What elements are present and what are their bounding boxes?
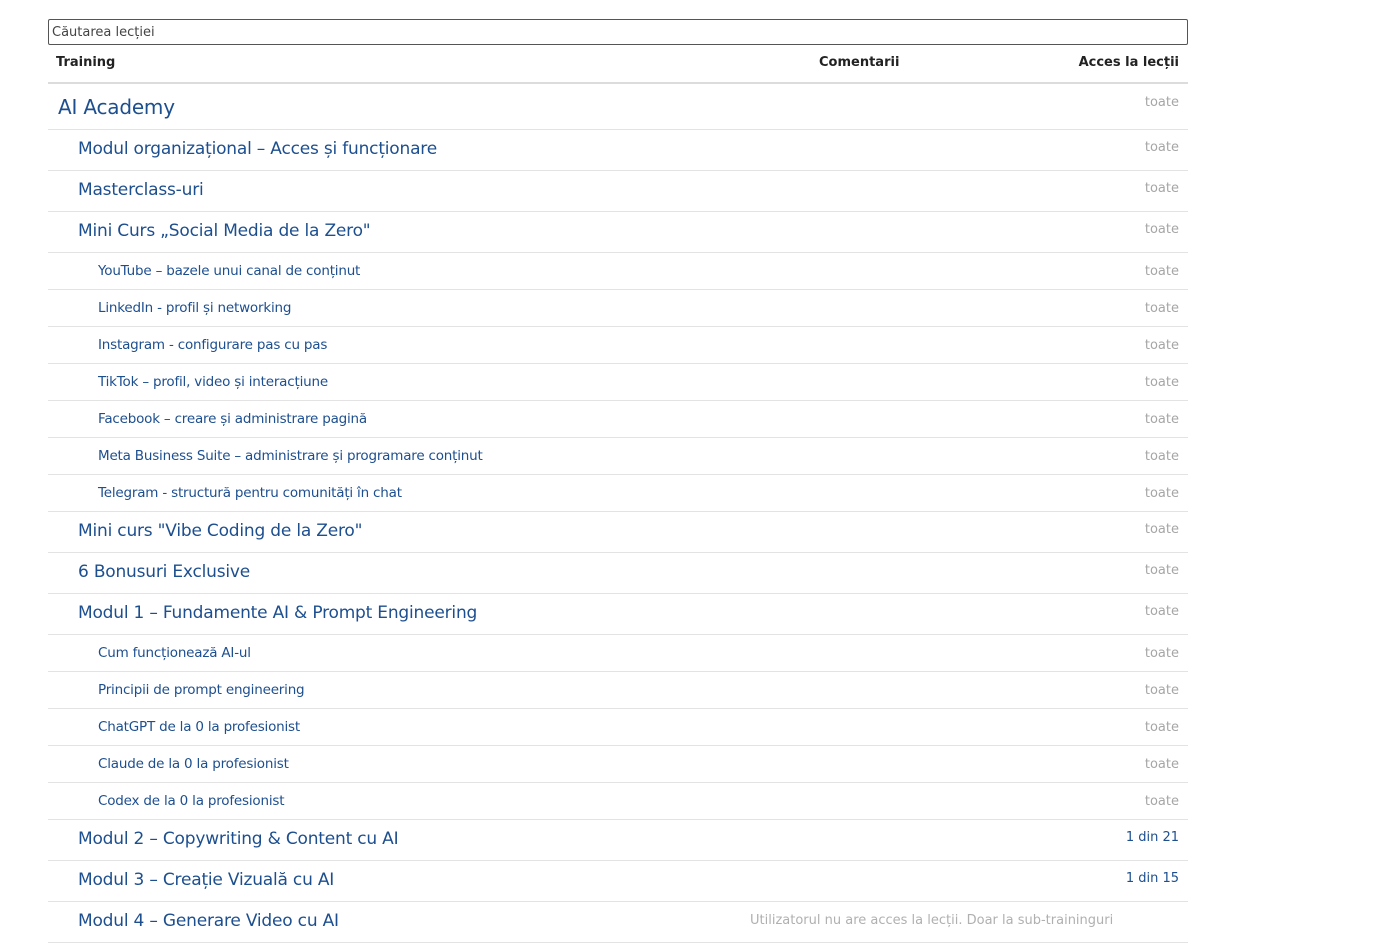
access-value: toate [1144,522,1179,537]
access-count-link[interactable]: 1 din 15 [1126,871,1179,886]
training-row: Modul organizațional – Acces și funcțion… [48,130,1188,171]
access-value: toate [1144,757,1179,772]
access-value: toate [1144,683,1179,698]
access-value: toate [1144,181,1179,196]
training-row: Mini Curs „Social Media de la Zero" toat… [48,212,1188,253]
training-row: Modul 3 – Creație Vizuală cu AI 1 din 15 [48,861,1188,902]
training-link[interactable]: Masterclass-uri [78,180,204,200]
table-header: Training Comentarii Acces la lecții [48,45,1188,84]
sub-training-row: Codex de la 0 la profesionist toate [48,783,1188,820]
sub-training-link[interactable]: Principii de prompt engineering [98,682,305,698]
sub-training-link[interactable]: YouTube – bazele unui canal de conținut [98,263,360,279]
sub-training-row: TikTok – profil, video și interacțiune t… [48,364,1188,401]
access-value: toate [1144,563,1179,578]
access-value: toate [1144,338,1179,353]
training-row: Modul 2 – Copywriting & Content cu AI 1 … [48,820,1188,861]
sub-training-row: Instagram - configurare pas cu pas toate [48,327,1188,364]
training-link[interactable]: Modul 4 – Generare Video cu AI [78,911,339,931]
access-value: toate [1144,140,1179,155]
access-value: toate [1144,486,1179,501]
sub-training-row: Telegram - structură pentru comunități î… [48,475,1188,512]
sub-training-row: Facebook – creare și administrare pagină… [48,401,1188,438]
sub-training-link[interactable]: Claude de la 0 la profesionist [98,756,289,772]
sub-training-row: Principii de prompt engineering toate [48,672,1188,709]
training-link[interactable]: Modul 2 – Copywriting & Content cu AI [78,829,399,849]
sub-training-link[interactable]: ChatGPT de la 0 la profesionist [98,719,300,735]
access-value: toate [1144,449,1179,464]
column-header-training: Training [56,55,116,70]
training-link[interactable]: Modul 1 – Fundamente AI & Prompt Enginee… [78,603,477,623]
access-value: toate [1144,794,1179,809]
sub-training-row: Claude de la 0 la profesionist toate [48,746,1188,783]
access-value: toate [1144,264,1179,279]
training-access-panel: Training Comentarii Acces la lecții AI A… [48,19,1188,943]
training-link[interactable]: Mini Curs „Social Media de la Zero" [78,221,371,241]
access-value: toate [1144,301,1179,316]
training-link[interactable]: Modul 3 – Creație Vizuală cu AI [78,870,334,890]
no-access-note: Utilizatorul nu are acces la lecții. Doa… [750,913,1114,928]
training-row: Modul 4 – Generare Video cu AI Utilizato… [48,902,1188,943]
sub-training-link[interactable]: Facebook – creare și administrare pagină [98,411,367,427]
sub-training-row: Meta Business Suite – administrare și pr… [48,438,1188,475]
access-value: toate [1144,604,1179,619]
training-row: 6 Bonusuri Exclusive toate [48,553,1188,594]
training-link[interactable]: Modul organizațional – Acces și funcțion… [78,139,437,159]
access-value: toate [1144,95,1179,110]
search-lesson-input[interactable] [48,19,1188,45]
access-value: toate [1144,412,1179,427]
sub-training-link[interactable]: Instagram - configurare pas cu pas [98,337,327,353]
access-value: toate [1144,646,1179,661]
training-row: Masterclass-uri toate [48,171,1188,212]
training-row-ai-academy: AI Academy toate [48,84,1188,130]
column-header-access: Acces la lecții [1078,55,1179,70]
training-row: Modul 1 – Fundamente AI & Prompt Enginee… [48,594,1188,635]
training-link[interactable]: AI Academy [58,95,175,119]
sub-training-link[interactable]: Meta Business Suite – administrare și pr… [98,448,483,464]
sub-training-link[interactable]: LinkedIn - profil și networking [98,300,291,316]
sub-training-row: Cum funcționează AI-ul toate [48,635,1188,672]
sub-training-link[interactable]: TikTok – profil, video și interacțiune [98,374,328,390]
sub-training-link[interactable]: Codex de la 0 la profesionist [98,793,285,809]
sub-training-row: LinkedIn - profil și networking toate [48,290,1188,327]
training-row: Mini curs "Vibe Coding de la Zero" toate [48,512,1188,553]
sub-training-row: ChatGPT de la 0 la profesionist toate [48,709,1188,746]
sub-training-row: YouTube – bazele unui canal de conținut … [48,253,1188,290]
access-value: toate [1144,222,1179,237]
training-link[interactable]: 6 Bonusuri Exclusive [78,562,250,582]
training-link[interactable]: Mini curs "Vibe Coding de la Zero" [78,521,362,541]
sub-training-link[interactable]: Telegram - structură pentru comunități î… [98,485,402,501]
access-value: toate [1144,720,1179,735]
column-header-comments: Comentarii [819,55,900,70]
sub-training-link[interactable]: Cum funcționează AI-ul [98,645,251,661]
access-value: toate [1144,375,1179,390]
access-count-link[interactable]: 1 din 21 [1126,830,1179,845]
